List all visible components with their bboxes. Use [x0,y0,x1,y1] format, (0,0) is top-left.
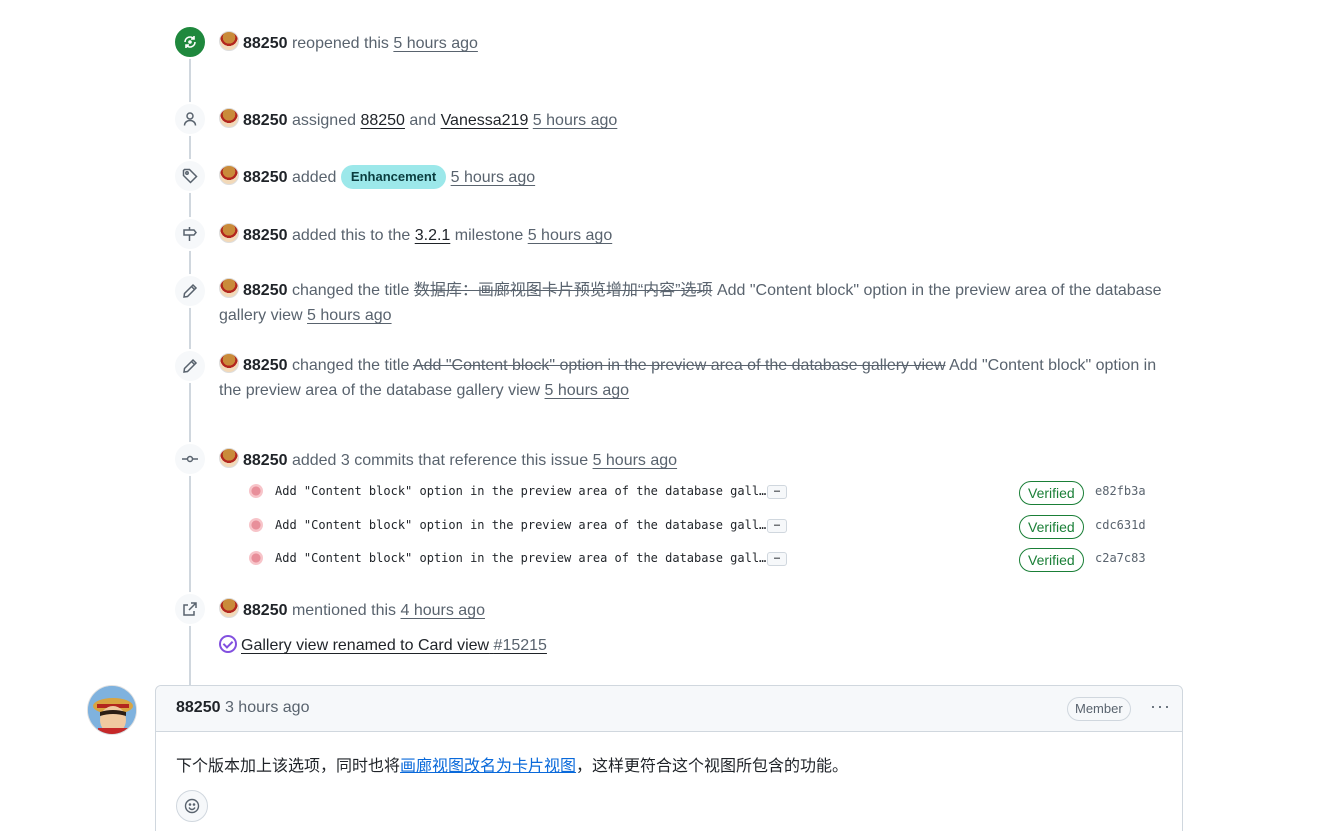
add-reaction-button[interactable] [176,790,208,822]
old-title: 数据库：画廊视图卡片预览增加“内容”选项 [413,282,713,299]
comment-text: 下个版本加上该选项，同时也将画廊视图改名为卡片视图，这样更符合这个视图所包含的功… [176,758,849,775]
actor-link[interactable]: 88250 [243,282,288,299]
comment-header: 88250 3 hours ago Member ··· [156,686,1182,732]
milestone-icon [173,217,207,251]
timestamp-link[interactable]: 5 hours ago [393,35,478,52]
commit-author-avatar[interactable] [249,551,263,565]
commit-sha[interactable]: cdc631d [1095,518,1146,532]
timestamp-link[interactable]: 5 hours ago [307,307,392,324]
verified-badge[interactable]: Verified [1019,515,1084,539]
event-renamed: 88250 changed the title 数据库：画廊视图卡片预览增加“内… [173,274,1163,334]
referenced-issue-link[interactable]: Gallery view renamed to Card view #15215 [241,637,547,654]
event-assigned: 88250 assigned 88250 and Vanessa219 5 ho… [173,102,1163,138]
timestamp-link[interactable]: 5 hours ago [533,112,618,129]
old-title: Add "Content block" option in the previe… [412,357,946,374]
commit-sha[interactable]: c2a7c83 [1095,551,1146,565]
commit-sha[interactable]: e82fb3a [1095,484,1146,498]
referenced-issue: Gallery view renamed to Card view #15215 [219,635,547,657]
person-icon [173,102,207,136]
commit-author-avatar[interactable] [249,484,263,498]
commit-row: Add "Content block" option in the previe… [249,515,1149,539]
verified-badge[interactable]: Verified [1019,548,1084,572]
actor-link[interactable]: 88250 [243,602,288,619]
user-avatar[interactable] [219,353,239,373]
comment-box: 88250 3 hours ago Member ··· 下个版本加上该选项，同… [155,685,1183,831]
timestamp-link[interactable]: 4 hours ago [400,602,485,619]
comment-author-avatar[interactable] [87,685,137,735]
member-badge: Member [1067,697,1131,721]
pencil-icon [173,274,207,308]
event-milestoned: 88250 added this to the 3.2.1 milestone … [173,217,1163,253]
event-cross-referenced: 88250 mentioned this 4 hours ago Gallery… [173,592,1163,662]
actor-link[interactable]: 88250 [243,227,288,244]
expand-commit-button[interactable]: … [767,485,787,499]
commit-message[interactable]: Add "Content block" option in the previe… [275,484,766,498]
user-avatar[interactable] [219,448,239,468]
commit-icon [173,442,207,476]
user-avatar[interactable] [219,223,239,243]
user-avatar[interactable] [219,598,239,618]
commit-author-avatar[interactable] [249,518,263,532]
pencil-icon [173,349,207,383]
event-labeled: 88250 added Enhancement 5 hours ago [173,159,1163,195]
event-commits: 88250 added 3 commits that reference thi… [173,442,1163,582]
assignee-link[interactable]: Vanessa219 [441,112,529,129]
check-circle-icon [219,635,237,653]
comment-author[interactable]: 88250 [176,699,221,716]
label-enhancement[interactable]: Enhancement [340,165,447,189]
comment-time[interactable]: 3 hours ago [225,699,310,716]
comment-menu-button[interactable]: ··· [1150,696,1171,717]
assignee-link[interactable]: 88250 [360,112,405,129]
cross-reference-icon [173,592,207,626]
timestamp-link[interactable]: 5 hours ago [451,169,536,186]
user-avatar[interactable] [219,108,239,128]
expand-commit-button[interactable]: … [767,552,787,566]
user-avatar[interactable] [219,165,239,185]
tag-icon [173,159,207,193]
expand-commit-button[interactable]: … [767,519,787,533]
user-avatar[interactable] [219,31,239,51]
commit-row: Add "Content block" option in the previe… [249,481,1149,505]
verified-badge[interactable]: Verified [1019,481,1084,505]
timestamp-link[interactable]: 5 hours ago [593,452,678,469]
actor-link[interactable]: 88250 [243,452,288,469]
milestone-link[interactable]: 3.2.1 [415,227,451,244]
commit-message[interactable]: Add "Content block" option in the previe… [275,518,766,532]
event-reopened: 88250 reopened this 5 hours ago [173,25,1163,61]
actor-link[interactable]: 88250 [243,35,288,52]
smiley-icon [184,798,200,814]
comment-link[interactable]: 画廊视图改名为卡片视图 [400,758,576,775]
event-renamed: 88250 changed the title Add "Content blo… [173,349,1163,409]
actor-link[interactable]: 88250 [243,169,288,186]
commit-message[interactable]: Add "Content block" option in the previe… [275,551,766,565]
actor-link[interactable]: 88250 [243,357,288,374]
timestamp-link[interactable]: 5 hours ago [528,227,613,244]
timestamp-link[interactable]: 5 hours ago [545,382,630,399]
reopen-icon [173,25,207,59]
user-avatar[interactable] [219,278,239,298]
actor-link[interactable]: 88250 [243,112,288,129]
commit-row: Add "Content block" option in the previe… [249,548,1149,572]
